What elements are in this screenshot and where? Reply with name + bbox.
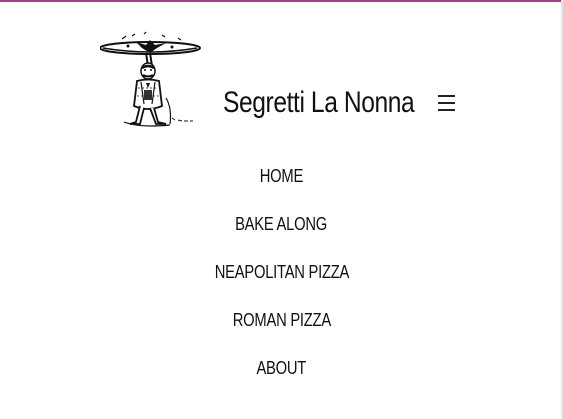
site-title[interactable]: Segretti La Nonna bbox=[223, 86, 415, 120]
nav-link-bake-along[interactable]: BAKE ALONG bbox=[236, 214, 328, 235]
nav-item-about: ABOUT bbox=[0, 344, 563, 392]
nav-link-neapolitan-pizza[interactable]: NEAPOLITAN PIZZA bbox=[214, 262, 349, 283]
site-header: Segretti La Nonna bbox=[99, 26, 480, 136]
nav-item-home: HOME bbox=[0, 152, 563, 200]
nav-link-roman-pizza[interactable]: ROMAN PIZZA bbox=[232, 310, 330, 331]
pizza-chef-icon bbox=[99, 31, 201, 127]
nav-link-home[interactable]: HOME bbox=[260, 166, 304, 187]
nav-item-neapolitan-pizza: NEAPOLITAN PIZZA bbox=[0, 248, 563, 296]
hamburger-menu-icon[interactable] bbox=[437, 92, 457, 114]
nav-item-bake-along: BAKE ALONG bbox=[0, 200, 563, 248]
main-navigation: HOME BAKE ALONG NEAPOLITAN PIZZA ROMAN P… bbox=[0, 152, 563, 392]
menu-bar-bottom bbox=[438, 109, 455, 111]
nav-link-about[interactable]: ABOUT bbox=[257, 358, 307, 379]
menu-bar-top bbox=[438, 95, 455, 97]
menu-bar-middle bbox=[438, 102, 455, 104]
top-accent-border bbox=[0, 0, 563, 2]
site-logo-link[interactable] bbox=[99, 26, 205, 131]
nav-item-roman-pizza: ROMAN PIZZA bbox=[0, 296, 563, 344]
